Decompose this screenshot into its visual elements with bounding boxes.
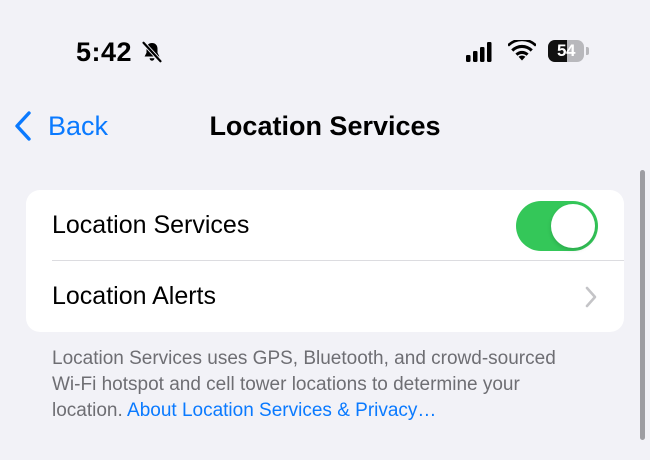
footer-note: Location Services uses GPS, Bluetooth, a… xyxy=(52,346,582,424)
page-title: Location Services xyxy=(209,111,441,141)
scroll-indicator[interactable] xyxy=(640,170,645,440)
wifi-icon xyxy=(508,40,536,61)
setting-row-location-services: Location Services xyxy=(26,190,624,261)
location-services-toggle[interactable] xyxy=(516,201,598,251)
toggle-knob xyxy=(551,204,595,248)
battery-percentage: 54 xyxy=(557,41,575,60)
cellular-signal-icon xyxy=(466,42,492,62)
battery-cap xyxy=(586,47,589,55)
status-time: 5:42 xyxy=(76,37,133,67)
setting-row-location-alerts[interactable]: Location Alerts xyxy=(26,261,624,332)
chevron-right-icon xyxy=(585,286,597,308)
setting-label: Location Alerts xyxy=(52,282,216,310)
location-services-screen: 5:42 54 Back Location Services Location … xyxy=(0,0,650,460)
setting-label: Location Services xyxy=(52,211,250,239)
about-location-privacy-link[interactable]: About Location Services & Privacy… xyxy=(127,400,436,421)
settings-group: Location Services Location Alerts xyxy=(26,190,624,332)
bell-slash-icon xyxy=(142,41,162,63)
battery-icon: 54 xyxy=(548,40,584,62)
